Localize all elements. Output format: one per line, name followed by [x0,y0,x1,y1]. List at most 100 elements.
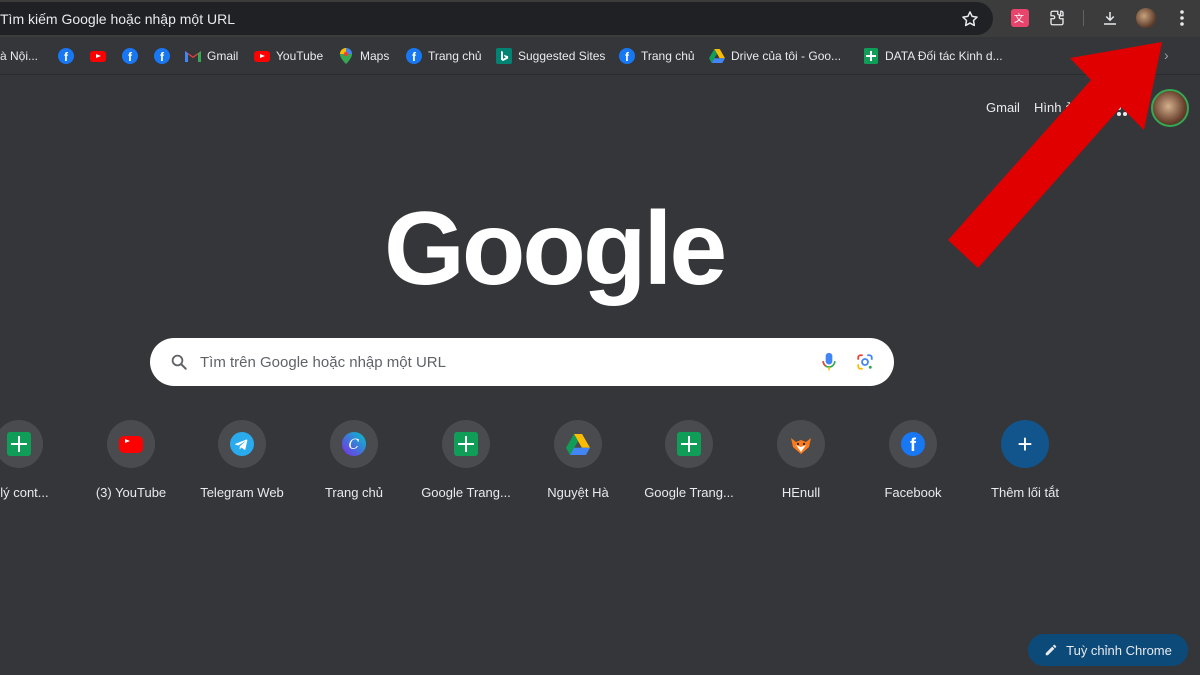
google-lens-icon[interactable] [856,353,874,371]
bookmark-item[interactable]: f [154,47,176,65]
google-apps-icon[interactable] [1116,99,1134,117]
extensions-icon[interactable] [1047,8,1067,28]
shortcut-label: Thêm lối tắt [991,485,1059,500]
shortcut-tile[interactable]: C Trang chủ [298,420,410,510]
bookmarks-overflow-chevron-icon[interactable]: › [1164,47,1169,63]
shortcut-tile[interactable]: HEnull [745,420,857,510]
more-menu-icon[interactable] [1172,8,1192,28]
bookmark-item[interactable]: f [58,47,80,65]
shortcut-label: Trang chủ [324,485,384,500]
sheets-icon [454,432,478,456]
shortcut-label: HEnull [781,485,821,500]
youtube-icon [90,48,106,64]
bookmark-label: Gmail [207,49,239,63]
voice-search-mic-icon[interactable] [820,352,838,372]
shortcut-label: Telegram Web [200,485,284,500]
google-logo: Google [384,191,727,307]
youtube-icon [119,435,143,453]
maps-icon [338,48,354,64]
facebook-icon: f [122,48,138,64]
browser-toolbar: Tìm kiếm Google hoặc nhập một URL 文 [0,0,1200,37]
address-bar-text: Tìm kiếm Google hoặc nhập một URL [0,11,235,27]
customize-chrome-button[interactable]: Tuỳ chỉnh Chrome [1028,634,1188,666]
youtube-icon [254,48,270,64]
shortcut-label: (3) YouTube [95,485,167,500]
shortcut-icon-circle [0,420,43,468]
bookmark-item[interactable] [90,47,112,65]
bookmark-trang-chu-2[interactable]: f Trang chủ [619,47,695,65]
shortcut-label: Google Trang... [644,485,734,500]
shortcut-label: n lý cont... [0,485,49,500]
search-icon [171,354,187,370]
shortcut-tile[interactable]: Google Trang... [633,420,745,510]
shortcut-label: Google Trang... [421,485,511,500]
images-link[interactable]: Hình ảnh [1034,100,1087,115]
fox-icon [791,438,811,454]
bookmark-label: Suggested Sites [518,49,606,63]
shortcut-tile[interactable]: n lý cont... [0,420,75,510]
shortcut-label: Facebook [884,485,942,500]
add-shortcut-tile[interactable]: + Thêm lối tắt [969,420,1081,510]
download-icon[interactable] [1100,8,1120,28]
bookmark-label: Trang chủ [428,49,482,63]
shortcut-tile[interactable]: f Facebook [857,420,969,510]
translate-extension-icon[interactable]: 文 [1010,8,1030,28]
bookmark-label: Maps [360,49,390,63]
bookmark-youtube[interactable]: YouTube [254,47,323,65]
bookmarks-bar: à Nội... f f f Gmail YouTube Maps f Tran… [0,37,1200,75]
bookmark-label: DATA Đối tác Kinh d... [885,49,1003,63]
gmail-link[interactable]: Gmail [986,100,1020,115]
shortcut-icon-circle [442,420,490,468]
shortcut-icon-circle [777,420,825,468]
bookmark-item[interactable]: f [122,47,144,65]
drive-icon [709,48,725,64]
shortcut-tile[interactable]: Telegram Web [186,420,298,510]
shortcut-icon-circle [554,420,602,468]
profile-avatar-toolbar[interactable] [1136,8,1156,28]
bookmark-suggested-sites[interactable]: Suggested Sites [496,47,605,65]
facebook-icon: f [406,48,422,64]
address-bar[interactable]: Tìm kiếm Google hoặc nhập một URL [0,2,993,35]
svg-text:C: C [349,437,360,453]
sheets-icon [677,432,701,456]
facebook-icon: f [58,48,74,64]
bookmark-star-icon[interactable] [960,9,980,29]
search-input[interactable] [200,338,800,386]
toolbar-separator [1083,10,1084,26]
bookmark-label: à Nội... [0,49,39,63]
bookmark-maps[interactable]: Maps [338,47,389,65]
sheets-icon [7,432,31,456]
shortcut-tile[interactable]: Nguyệt Hà [522,420,634,510]
shortcut-icon-circle [107,420,155,468]
bookmark-trang-chu[interactable]: f Trang chủ [406,47,482,65]
bookmark-item[interactable]: à Nội... [0,47,38,65]
shortcut-icon-circle: C [330,420,378,468]
customize-chrome-label: Tuỳ chỉnh Chrome [1066,642,1172,658]
shortcut-icon-circle [665,420,713,468]
plus-icon: + [1001,420,1049,468]
shortcut-tile[interactable]: (3) YouTube [75,420,187,510]
bookmark-data-sheet[interactable]: DATA Đối tác Kinh d... [863,47,1003,65]
facebook-icon: f [901,432,925,456]
facebook-icon: f [619,48,635,64]
search-box[interactable] [150,338,894,386]
bing-icon [496,48,512,64]
gmail-icon [185,48,201,64]
bookmark-drive[interactable]: Drive của tôi - Goo... [709,47,841,65]
svg-text:文: 文 [1014,12,1024,25]
bookmark-label: Drive của tôi - Goo... [731,49,842,63]
shortcut-label: Nguyệt Hà [547,485,609,500]
facebook-icon: f [154,48,170,64]
drive-icon [566,433,590,455]
shortcut-icon-circle [218,420,266,468]
canva-icon: C [342,432,366,456]
shortcut-icon-circle: f [889,420,937,468]
sheets-icon [863,48,879,64]
bookmark-label: YouTube [276,49,324,63]
bookmark-gmail[interactable]: Gmail [185,47,238,65]
shortcut-tile[interactable]: Google Trang... [410,420,522,510]
pencil-icon [1045,644,1057,656]
telegram-icon [230,432,254,456]
account-avatar[interactable] [1151,89,1189,127]
bookmark-label: Trang chủ [641,49,695,63]
